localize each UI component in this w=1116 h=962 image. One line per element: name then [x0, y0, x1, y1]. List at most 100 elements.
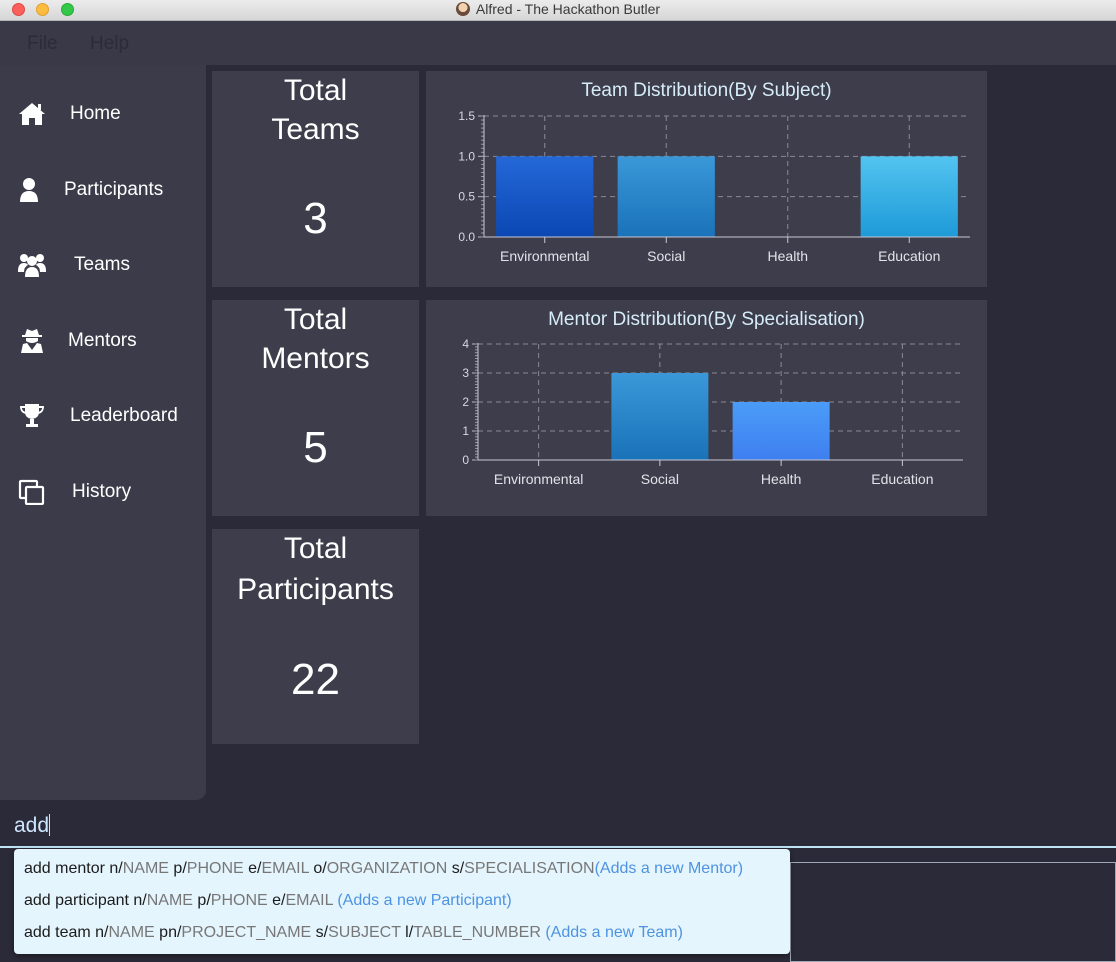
- total-mentors-value: 5: [303, 423, 328, 472]
- result-display[interactable]: [790, 862, 1116, 962]
- bar-education[interactable]: [860, 156, 958, 237]
- command-text: add: [14, 814, 50, 837]
- suggestion-command: add mentor n/: [24, 860, 123, 877]
- suggestion-add-team[interactable]: add team n/NAME pn/PROJECT_NAME s/SUBJEC…: [24, 924, 683, 942]
- suggestion-description: (Adds a new Team): [540, 924, 683, 941]
- title-bar: Alfred - The Hackathon Butler: [0, 0, 1116, 21]
- total-teams-card: Total Teams 3: [212, 71, 419, 287]
- text-caret: [49, 814, 51, 836]
- bar-health[interactable]: [732, 402, 830, 460]
- stat-title-line2: Teams: [271, 113, 360, 146]
- suggestion-placeholder: EMAIL: [285, 892, 333, 909]
- command-input[interactable]: add: [14, 814, 51, 838]
- suggestion-add-mentor[interactable]: add mentor n/NAME p/PHONE e/EMAIL o/ORGA…: [24, 860, 743, 878]
- x-tick-label: Education: [871, 471, 933, 487]
- stat-title-line2: Mentors: [261, 342, 370, 375]
- stat-title-line2: Participants: [237, 573, 394, 606]
- y-tick-label: 1: [462, 424, 469, 438]
- suggestion-placeholder: PHONE: [186, 860, 244, 877]
- suggestion-command: e/: [243, 860, 262, 877]
- stat-title-line1: Total: [283, 303, 348, 336]
- suggestion-placeholder: EMAIL: [261, 860, 309, 877]
- suggestion-command: p/: [168, 860, 187, 877]
- menu-bar: File Help: [0, 21, 1116, 65]
- butler-icon: [455, 2, 470, 16]
- bar-environmental[interactable]: [496, 156, 594, 237]
- x-tick-label: Environmental: [494, 471, 584, 487]
- suggestion-command: add team n/: [24, 924, 109, 941]
- user-secret-icon: [21, 329, 43, 353]
- mentor-distribution-plot: 0 1 2 3 4 Environmental Social Health Education: [462, 337, 963, 487]
- sidebar-item-label: Mentors: [68, 330, 137, 351]
- suggestion-command: l/: [400, 924, 414, 941]
- suggestion-placeholder: TABLE_NUMBER: [413, 924, 541, 941]
- team-distribution-chart: Team Distribution(By Subject) 0.0 0.5 1.0 1…: [426, 71, 987, 287]
- sidebar-item-label: History: [72, 481, 132, 502]
- suggestion-placeholder: NAME: [108, 924, 155, 941]
- y-tick-label: 0: [462, 453, 469, 467]
- stat-title-line1: Total: [283, 74, 348, 107]
- suggestion-command: s/: [447, 860, 465, 877]
- mentor-distribution-chart: Mentor Distribution(By Specialisation) 0…: [426, 300, 987, 516]
- suggestion-placeholder: PROJECT_NAME: [181, 924, 312, 941]
- suggestion-placeholder: ORGANIZATION: [326, 860, 448, 877]
- suggestion-command: add participant n/: [24, 892, 147, 909]
- suggestion-placeholder: SPECIALISATION: [464, 860, 595, 877]
- y-tick-label: 1.0: [458, 149, 475, 163]
- suggestion-add-participant[interactable]: add participant n/NAME p/PHONE e/EMAIL (…: [24, 892, 512, 910]
- sidebar-item-teams[interactable]: Teams: [0, 234, 206, 294]
- sidebar-item-mentors[interactable]: Mentors: [0, 310, 206, 370]
- y-tick-label: 0.5: [458, 190, 475, 204]
- menu-file[interactable]: File: [27, 33, 58, 55]
- menu-help[interactable]: Help: [90, 33, 129, 55]
- suggestion-command: pn/: [154, 924, 182, 941]
- suggestion-description: (Adds a new Participant): [332, 892, 512, 909]
- window-title-container: Alfred - The Hackathon Butler: [0, 0, 1116, 20]
- sidebar-item-leaderboard[interactable]: Leaderboard: [0, 385, 206, 445]
- y-tick-label: 0.0: [458, 230, 475, 244]
- total-participants-value: 22: [291, 655, 340, 704]
- y-tick-label: 3: [462, 366, 469, 380]
- y-tick-label: 4: [462, 337, 469, 351]
- trophy-icon: [20, 404, 44, 427]
- command-box-underline: [0, 846, 1116, 848]
- sidebar: Home Participants Teams Mentors Leaderbo…: [0, 65, 206, 800]
- suggestion-command: e/: [267, 892, 286, 909]
- sidebar-item-home[interactable]: Home: [0, 83, 206, 143]
- suggestion-placeholder: NAME: [146, 892, 193, 909]
- x-tick-label: Environmental: [500, 248, 590, 264]
- x-tick-label: Health: [768, 248, 808, 264]
- total-teams-value: 3: [303, 194, 328, 243]
- suggestion-command: p/: [192, 892, 211, 909]
- y-tick-label: 2: [462, 395, 469, 409]
- x-tick-label: Education: [878, 248, 940, 264]
- sidebar-item-label: Leaderboard: [70, 405, 178, 426]
- sidebar-item-label: Teams: [74, 254, 130, 275]
- y-tick-label: 1.5: [458, 109, 475, 123]
- users-icon: [18, 254, 46, 277]
- bar-social[interactable]: [611, 373, 709, 460]
- suggestion-placeholder: SUBJECT: [328, 924, 401, 941]
- copy-icon: [18, 479, 45, 505]
- x-tick-label: Social: [647, 248, 685, 264]
- suggestion-command: o/: [308, 860, 327, 877]
- total-mentors-card: Total Mentors 5: [212, 300, 419, 516]
- user-icon: [20, 178, 38, 202]
- total-participants-card: Total Participants 22: [212, 529, 419, 744]
- x-tick-label: Social: [641, 471, 679, 487]
- suggestion-placeholder: NAME: [122, 860, 169, 877]
- window-title: Alfred - The Hackathon Butler: [475, 1, 661, 17]
- suggestion-placeholder: PHONE: [210, 892, 268, 909]
- home-icon: [19, 103, 45, 125]
- stat-title-line1: Total: [283, 532, 348, 565]
- x-tick-label: Health: [761, 471, 801, 487]
- autocomplete-popup: add mentor n/NAME p/PHONE e/EMAIL o/ORGA…: [14, 849, 790, 954]
- sidebar-item-label: Home: [70, 103, 121, 124]
- sidebar-item-history[interactable]: History: [0, 461, 206, 521]
- sidebar-item-participants[interactable]: Participants: [0, 159, 206, 219]
- suggestion-command: s/: [311, 924, 329, 941]
- suggestion-description: (Adds a new Mentor): [594, 860, 744, 877]
- team-distribution-plot: 0.0 0.5 1.0 1.5 Environmental Social Health Edu…: [458, 109, 970, 264]
- bar-social[interactable]: [617, 156, 715, 237]
- sidebar-item-label: Participants: [64, 179, 164, 200]
